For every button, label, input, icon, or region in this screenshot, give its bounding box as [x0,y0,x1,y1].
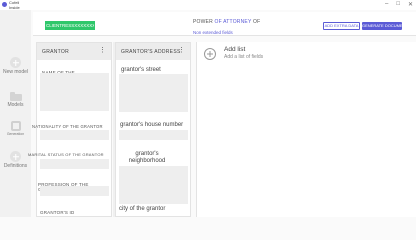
sidebar-item-label: Models [7,102,24,108]
field-label: grantor's street [121,67,161,73]
document-description: Non extended fields [193,30,233,35]
field-card[interactable]: grantor's house number [120,122,192,129]
sidebar-item-definitions[interactable]: Definitions [0,151,31,169]
folder-icon [9,92,22,101]
add-list-panel: Add list Add a list of fields [196,42,416,217]
document-name: POWER OF ATTORNEY OF [193,19,260,25]
document-title-field[interactable]: CLIENTRESSXXXXXXXX [45,21,95,30]
field-value-box[interactable] [40,130,109,140]
generate-document-button[interactable]: GENERATE DOCUMENT [362,22,402,30]
list-header: GRANTOR ⋮ [37,43,111,60]
field-value-box[interactable] [40,73,109,111]
field-value-box[interactable] [40,159,109,169]
generation-icon [10,121,21,131]
field-value-box[interactable] [119,74,188,112]
list-panel-grantor: GRANTOR ⋮ NAME OF THE GRANTOR NATIONALIT… [28,42,112,217]
sidebar-item-label: Definitions [3,163,28,169]
list-title: GRANTOR [42,49,70,55]
document-name-part2: OF [251,19,261,25]
field-value-box[interactable] [40,186,109,196]
minimize-icon[interactable]: – [385,1,388,8]
definitions-icon [10,151,21,162]
document-title-value: CLIENTRESSXXXXXXXX [46,22,94,28]
document-name-part1: POWER [193,19,215,25]
field-card[interactable]: grantor's street [121,67,187,74]
field-card[interactable]: GRANTOR'S ID [40,210,100,215]
field-card[interactable]: grantor's neighborhood [121,151,173,164]
add-circle-icon [204,48,216,60]
app-logo-icon [2,2,7,7]
field-label: grantor's neighborhood [128,151,166,164]
title-bar: Cofeli Inside – □ ✕ [0,0,416,10]
sidebar-item-models[interactable]: Models [0,92,31,108]
maximize-icon[interactable]: □ [396,1,400,8]
list-header: GRANTOR'S ADDRESS ⋮ [116,43,190,60]
window-controls: – □ ✕ [385,1,413,8]
field-label: MARITAL STATUS OF THE GRANTOR [28,152,104,157]
field-value-box[interactable] [119,166,188,204]
sidebar: New model Models Generation Definitions [0,10,31,217]
field-label: NATIONALITY OF THE GRANTOR [32,124,103,129]
list-title: GRANTOR'S ADDRESS [121,49,181,55]
field-value-box[interactable] [119,130,188,140]
more-vertical-icon[interactable]: ⋮ [178,47,185,54]
field-label: GRANTOR'S ID [40,210,75,215]
document-name-accent: OF ATTORNEY [214,19,252,25]
add-list-subtitle: Add a list of fields [224,54,264,60]
add-extra-data-button[interactable]: ADD EXTRA DATA [323,22,360,30]
app-title: Cofeli Inside [2,0,20,10]
sidebar-item-label: New model [2,69,28,75]
field-card[interactable]: NATIONALITY OF THE GRANTOR [32,124,112,129]
more-vertical-icon[interactable]: ⋮ [99,47,106,54]
sidebar-item-new-model[interactable]: New model [0,57,31,75]
plus-icon [10,57,21,68]
field-card[interactable]: MARITAL STATUS OF THE GRANTOR [28,152,118,157]
sidebar-item-label: Generation [6,132,25,136]
list-panel-grantors-address: GRANTOR'S ADDRESS ⋮ grantor's street gra… [115,42,191,217]
add-list-button[interactable]: Add list Add a list of fields [197,42,337,66]
add-list-title: Add list [224,46,246,53]
field-label: grantor's house number [120,122,184,128]
sidebar-item-generation[interactable]: Generation [0,121,31,136]
document-header: CLIENTRESSXXXXXXXX POWER OF ATTORNEY OF … [33,12,416,36]
close-icon[interactable]: ✕ [408,1,413,8]
field-label: city of the grantor [119,206,166,212]
field-card[interactable]: city of the grantor [119,206,189,213]
